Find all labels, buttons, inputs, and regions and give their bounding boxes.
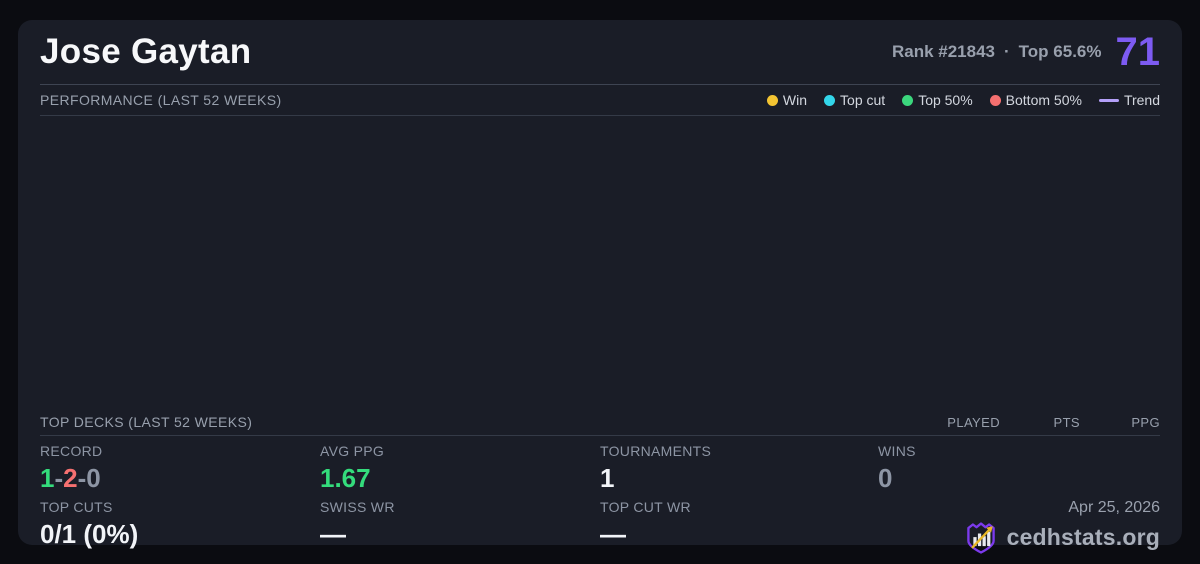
stat-avg-ppg: AVG PPG 1.67	[320, 443, 600, 494]
legend-item-top50: Top 50%	[902, 92, 973, 108]
stats-row-1: RECORD 1-2-0 AVG PPG 1.67 TOURNAMENTS 1 …	[40, 436, 1160, 494]
record-draws: 0	[86, 463, 101, 493]
stat-avg-ppg-label: AVG PPG	[320, 443, 385, 459]
top50-legend-swatch	[902, 94, 914, 106]
card-header: Jose Gaytan Rank #21843 · Top 65.6% 71	[40, 20, 1160, 85]
record-wins: 1	[40, 463, 55, 493]
stat-swiss-wr-label: SWISS WR	[320, 498, 395, 515]
rank-text: Rank #21843	[891, 42, 995, 61]
player-name: Jose Gaytan	[40, 32, 252, 71]
legend-item-trend: Trend	[1098, 92, 1160, 108]
chart-legend: Win Top cut Top 50% Bottom 50% Trend	[766, 92, 1160, 108]
stats-row-2: TOP CUTS 0/1 (0%) SWISS WR — TOP CUT WR …	[40, 494, 1160, 556]
legend-item-bottom50: Bottom 50%	[989, 92, 1082, 108]
column-header-pts: PTS	[1053, 414, 1080, 430]
stat-top-cut-wr-label: TOP CUT WR	[600, 498, 691, 515]
separator-dot: ·	[1004, 42, 1010, 61]
top-cut-wr-value: —	[600, 518, 626, 549]
header-right: Rank #21843 · Top 65.6% 71	[892, 32, 1160, 72]
column-header-ppg: PPG	[1131, 414, 1160, 430]
legend-item-win: Win	[766, 92, 808, 108]
stat-top-cut-wr: TOP CUT WR —	[600, 499, 878, 556]
stat-wins-label: WINS	[878, 443, 916, 459]
brand-row: cedhstats.org	[963, 520, 1160, 556]
record-dash-2: -	[77, 463, 87, 493]
wins-value: 0	[878, 463, 893, 493]
record-value: 1-2-0	[40, 463, 320, 494]
trend-legend-line	[1098, 98, 1119, 102]
performance-header: PERFORMANCE (LAST 52 WEEKS) Win Top cut …	[40, 85, 1160, 116]
swiss-wr-value: —	[320, 518, 346, 549]
stat-swiss-wr: SWISS WR —	[320, 499, 600, 556]
brand-text: cedhstats.org	[1006, 524, 1160, 551]
top-cuts-value: 0/1 (0%)	[40, 518, 139, 549]
top-decks-header: TOP DECKS (LAST 52 WEEKS) PLAYED PTS PPG	[40, 409, 1160, 436]
record-losses: 2	[63, 463, 78, 493]
top-cut-legend-swatch	[824, 94, 836, 106]
performance-chart	[40, 116, 1160, 409]
win-legend-swatch	[766, 94, 778, 106]
avg-ppg-value: 1.67	[320, 463, 371, 493]
legend-label-top-cut: Top cut	[840, 92, 886, 108]
stat-tournaments-label: TOURNAMENTS	[600, 443, 712, 459]
stat-record-label: RECORD	[40, 443, 103, 459]
cedhstats-logo-icon	[966, 522, 995, 554]
performance-section-title: PERFORMANCE (LAST 52 WEEKS)	[40, 92, 282, 108]
legend-item-top-cut: Top cut	[824, 92, 885, 108]
column-header-played: PLAYED	[947, 414, 1000, 430]
player-score: 71	[1115, 30, 1161, 74]
top-decks-columns: PLAYED PTS PPG	[920, 415, 1160, 430]
stat-top-cuts: TOP CUTS 0/1 (0%)	[40, 499, 320, 556]
legend-label-bottom50: Bottom 50%	[1005, 92, 1082, 108]
tournaments-value: 1	[600, 463, 615, 493]
legend-label-win: Win	[782, 92, 808, 108]
legend-label-trend: Trend	[1123, 92, 1160, 108]
stat-tournaments: TOURNAMENTS 1	[600, 443, 878, 494]
record-dash-1: -	[54, 463, 64, 493]
card-footer: Apr 25, 2026 cedhstats.org	[878, 499, 1160, 556]
bottom50-legend-swatch	[989, 94, 1001, 106]
legend-label-top50: Top 50%	[918, 92, 973, 108]
stat-record: RECORD 1-2-0	[40, 443, 320, 494]
stat-wins: WINS 0	[878, 443, 1160, 494]
top-decks-section-title: TOP DECKS (LAST 52 WEEKS)	[40, 414, 253, 430]
rank-line: Rank #21843 · Top 65.6%	[892, 42, 1102, 62]
card-date: Apr 25, 2026	[1068, 498, 1160, 516]
stat-top-cuts-label: TOP CUTS	[40, 498, 113, 515]
player-stats-card: Jose Gaytan Rank #21843 · Top 65.6% 71 P…	[18, 20, 1182, 554]
top-percent-text: Top 65.6%	[1018, 42, 1102, 61]
